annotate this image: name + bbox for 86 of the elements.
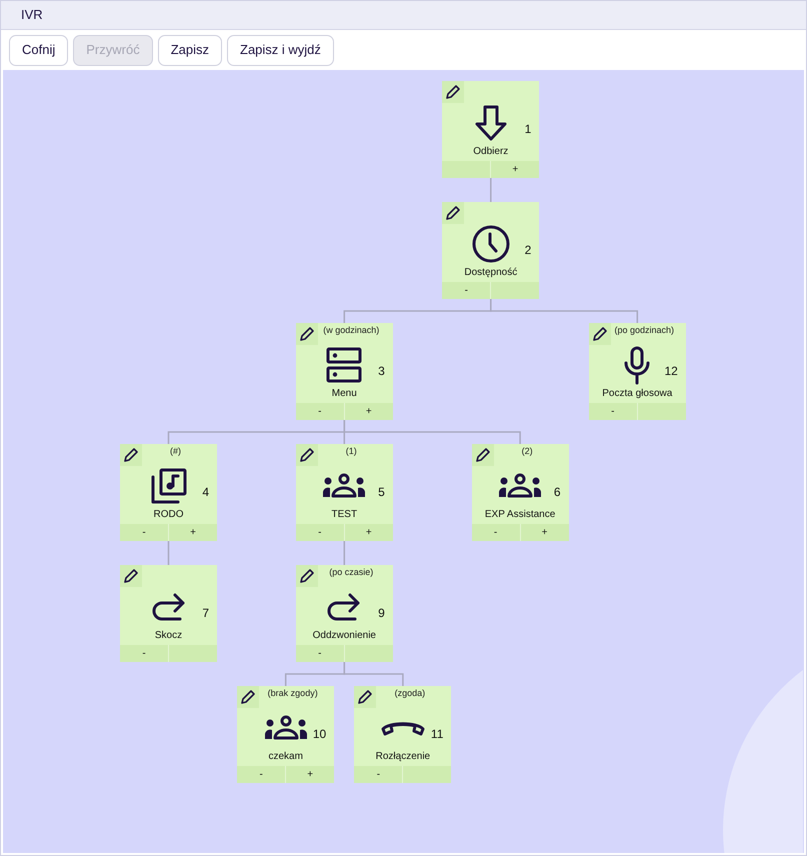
expand-button[interactable]: + bbox=[190, 528, 196, 538]
flow-node[interactable]: 1 Odbierz + bbox=[442, 81, 540, 178]
group-icon bbox=[322, 473, 366, 499]
node-name: TEST bbox=[332, 510, 358, 520]
node-number: 2 bbox=[524, 244, 532, 256]
edit-icon[interactable] bbox=[298, 447, 315, 463]
flow-node[interactable]: (1) 5 TEST - + bbox=[296, 444, 393, 541]
collapse-button[interactable]: - bbox=[376, 770, 380, 780]
collapse-button[interactable]: - bbox=[318, 406, 322, 416]
connector-line bbox=[168, 541, 170, 565]
edit-icon[interactable] bbox=[445, 205, 462, 221]
edit-icon[interactable] bbox=[123, 447, 139, 463]
connector-line bbox=[490, 178, 492, 202]
node-number: 11 bbox=[430, 728, 444, 740]
flow-node[interactable]: (zgoda) 11 Rozłączenie - bbox=[354, 686, 452, 783]
node-condition: (1) bbox=[346, 445, 358, 458]
microphone-icon bbox=[622, 345, 652, 385]
node-condition: (brak zgody) bbox=[268, 687, 319, 700]
flow-node[interactable]: (po godzinach) 12 Poczta głosowa - bbox=[588, 323, 686, 420]
collapse-button[interactable]: - bbox=[142, 648, 146, 658]
collapse-button[interactable]: - bbox=[260, 770, 263, 780]
toolbar-button[interactable]: Cofnij bbox=[9, 34, 68, 66]
node-name: Odbierz bbox=[473, 147, 508, 157]
node-name: czekam bbox=[268, 752, 303, 762]
connector-line bbox=[344, 541, 346, 565]
node-name: Poczta głosowa bbox=[602, 389, 672, 399]
flow-node[interactable]: (brak zgody) 10 czekam - + bbox=[237, 686, 334, 783]
toolbar-button[interactable]: Zapisz bbox=[158, 34, 222, 66]
node-name: Skocz bbox=[154, 631, 182, 641]
flow-node[interactable]: (w godzinach) 3 Menu - + bbox=[296, 323, 393, 420]
node-name: Menu bbox=[332, 389, 357, 399]
flow-node[interactable]: 2 Dostępność - bbox=[442, 202, 540, 299]
collapse-button[interactable]: - bbox=[318, 648, 322, 658]
server-icon bbox=[325, 346, 364, 384]
flow-node[interactable]: (2) 6 EXP Assistance - + bbox=[472, 444, 569, 541]
collapse-button[interactable]: - bbox=[611, 406, 614, 416]
flow-node[interactable]: 7 Skocz - bbox=[120, 565, 217, 662]
node-condition: (2) bbox=[522, 445, 534, 458]
node-number: 12 bbox=[664, 365, 678, 377]
edit-icon[interactable] bbox=[474, 447, 491, 463]
flow-node[interactable]: (#) 4 RODO - + bbox=[120, 444, 217, 541]
group-icon bbox=[264, 715, 308, 741]
node-name: EXP Assistance bbox=[484, 510, 556, 520]
edit-icon[interactable] bbox=[592, 326, 608, 342]
edit-icon[interactable] bbox=[357, 689, 374, 705]
expand-button[interactable]: + bbox=[512, 164, 518, 174]
forward-arrow-icon bbox=[150, 591, 186, 623]
node-number: 10 bbox=[312, 728, 326, 740]
node-number: 4 bbox=[202, 486, 209, 498]
node-name: RODO bbox=[154, 510, 184, 520]
node-number: 6 bbox=[554, 486, 561, 498]
down-arrow-icon bbox=[474, 104, 508, 142]
node-number: 9 bbox=[378, 607, 385, 619]
node-condition: (po godzinach) bbox=[614, 324, 676, 337]
node-number: 3 bbox=[378, 365, 385, 377]
node-number: 1 bbox=[524, 123, 532, 135]
node-name: Dostępność bbox=[464, 268, 518, 278]
node-condition: (#) bbox=[170, 445, 182, 458]
edit-icon[interactable] bbox=[298, 568, 315, 584]
node-name: Rozłączenie bbox=[376, 752, 430, 762]
edit-icon[interactable] bbox=[445, 84, 462, 100]
toolbar-button[interactable]: Zapisz i wyjdź bbox=[227, 34, 334, 66]
node-condition: (w godzinach) bbox=[323, 324, 380, 337]
expand-button[interactable]: + bbox=[366, 528, 372, 538]
clock-icon bbox=[470, 224, 511, 264]
expand-button[interactable]: + bbox=[366, 406, 372, 416]
music-library-icon bbox=[150, 467, 188, 505]
collapse-button[interactable]: - bbox=[318, 528, 322, 538]
edit-icon[interactable] bbox=[240, 689, 256, 705]
collapse-button[interactable]: - bbox=[142, 528, 146, 538]
edit-icon[interactable] bbox=[298, 326, 315, 342]
flow-node[interactable]: (po czasie) 9 Oddzwonienie - bbox=[296, 565, 393, 662]
node-number: 5 bbox=[378, 486, 385, 498]
group-icon bbox=[498, 473, 542, 499]
expand-button[interactable]: + bbox=[307, 770, 314, 780]
window-title: IVR bbox=[21, 6, 43, 24]
collapse-button[interactable]: - bbox=[494, 528, 498, 538]
edit-icon[interactable] bbox=[123, 568, 139, 584]
collapse-button[interactable]: - bbox=[464, 286, 468, 296]
forward-arrow-icon bbox=[326, 591, 362, 623]
node-condition: (zgoda) bbox=[394, 687, 426, 700]
connector-line bbox=[344, 662, 404, 686]
node-condition: (po czasie) bbox=[329, 566, 374, 579]
node-name: Oddzwonienie bbox=[312, 631, 376, 641]
expand-button[interactable]: + bbox=[542, 528, 548, 538]
node-number: 7 bbox=[202, 607, 209, 619]
